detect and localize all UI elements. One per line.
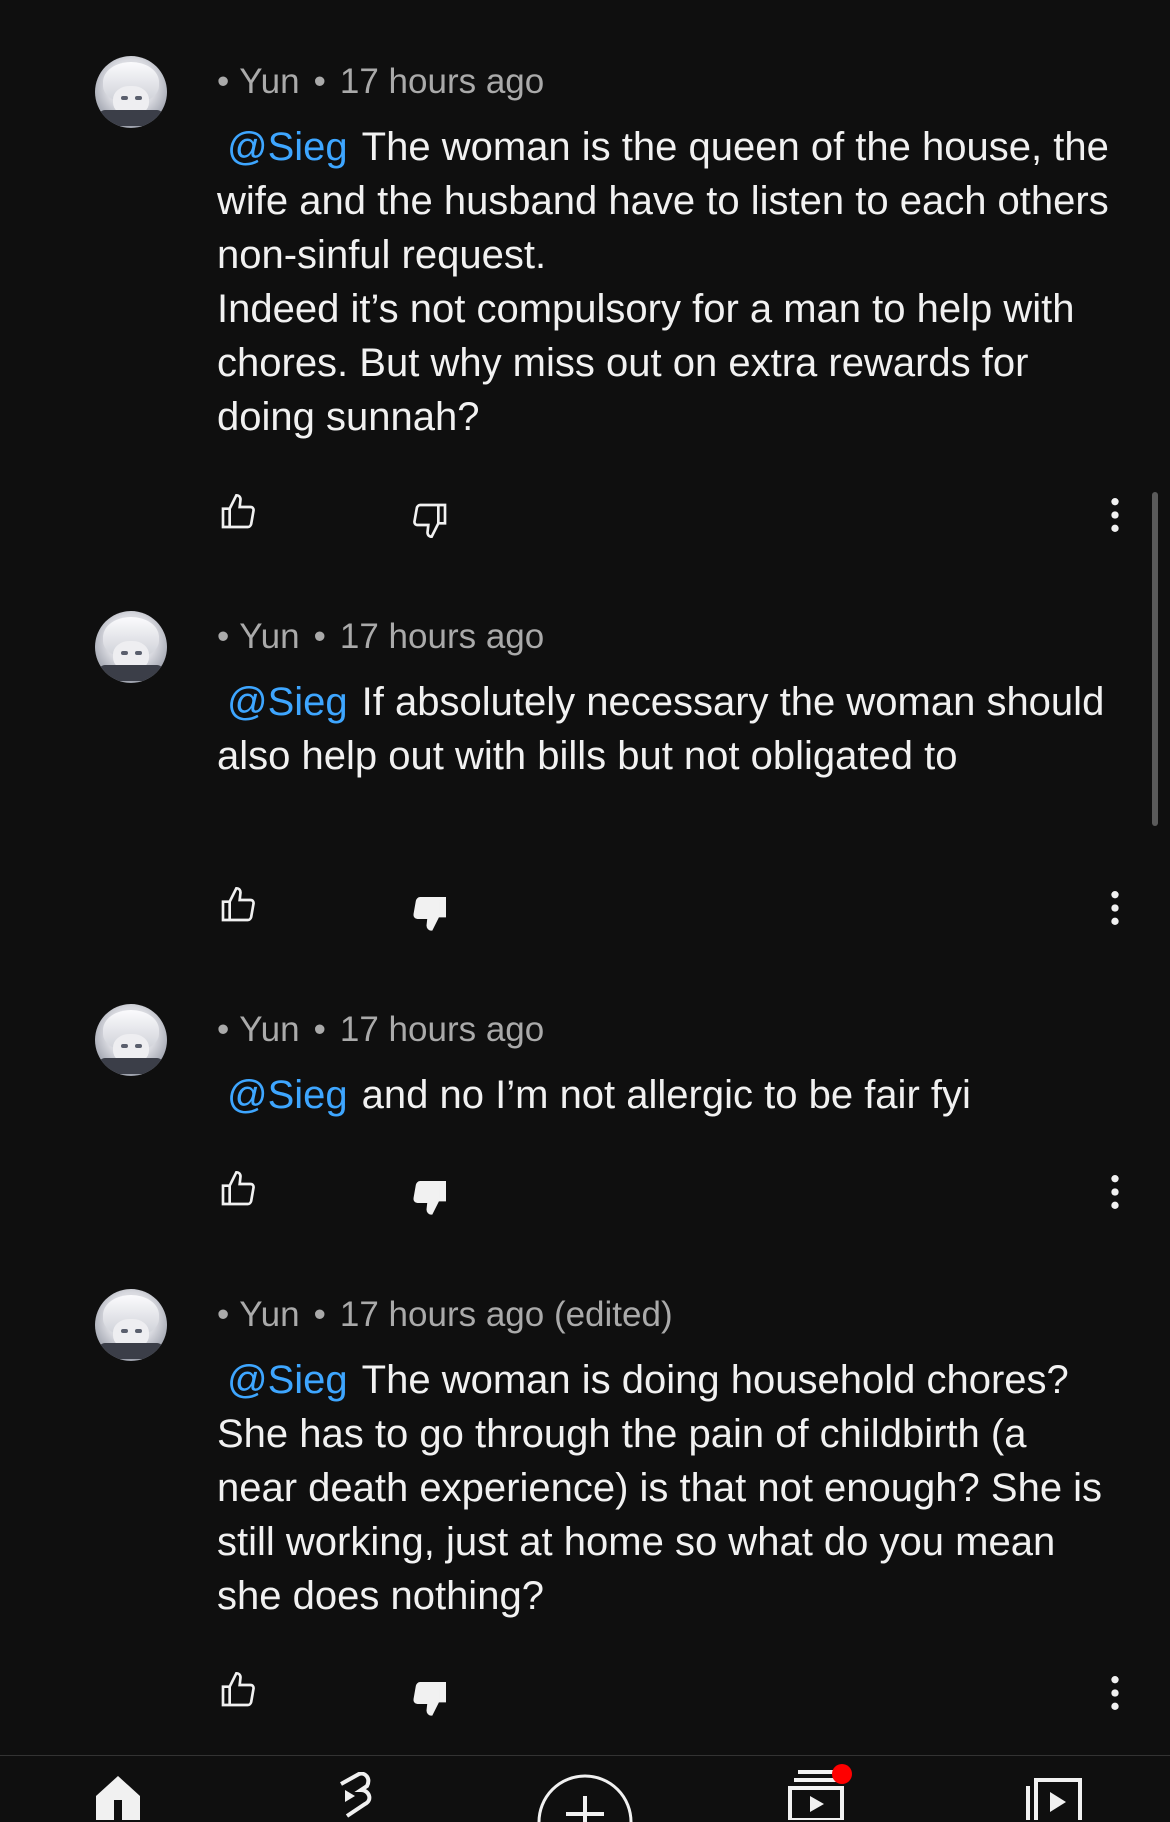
avatar[interactable] [95,611,167,683]
mention-link[interactable]: @Sieg [227,1358,348,1402]
shorts-icon[interactable] [325,1772,375,1820]
avatar[interactable] [95,56,167,128]
like-icon[interactable] [218,492,258,532]
timestamp: 17 hours ago [339,62,545,101]
comment-line: The woman is the queen of the house, the… [217,125,1109,277]
mention-link[interactable]: @Sieg [227,680,348,724]
comment-line: Indeed it’s not compulsory for a man to … [217,287,1075,439]
dislike-icon-filled[interactable] [410,1678,450,1718]
comment-line: and no I’m not allergic to be fair fyi [361,1073,971,1117]
more-options-icon[interactable] [1100,495,1130,535]
comment-text: @Sieg The woman is doing household chores… [217,1353,1117,1623]
mention-link[interactable]: @Sieg [227,1073,348,1117]
more-options-icon[interactable] [1100,1172,1130,1212]
like-icon[interactable] [218,1670,258,1710]
timestamp: 17 hours ago [339,1010,545,1049]
create-icon[interactable] [536,1774,634,1822]
avatar[interactable] [95,1289,167,1361]
author-name[interactable]: Yun [239,1295,299,1334]
comment-meta: • Yun • 17 hours ago [217,617,545,656]
more-options-icon[interactable] [1100,1673,1130,1713]
mention-link[interactable]: @Sieg [227,125,348,169]
comment-line: The woman is doing household chores? She… [217,1358,1103,1618]
comment-text: @Sieg The woman is the queen of the house… [217,120,1117,444]
dislike-icon[interactable] [410,500,450,540]
author-name[interactable]: Yun [239,62,299,101]
comment-line: If absolutely necessary the woman should… [217,680,1105,778]
like-icon[interactable] [218,1169,258,1209]
comment-text: @Sieg and no I’m not allergic to be fair … [217,1068,1117,1122]
author-name[interactable]: Yun [239,617,299,656]
timestamp: 17 hours ago [339,617,545,656]
bottom-navigation [0,1755,1170,1822]
subscriptions-icon[interactable] [786,1764,856,1820]
more-options-icon[interactable] [1100,888,1130,928]
home-icon[interactable] [90,1772,146,1820]
dislike-icon-filled[interactable] [410,893,450,933]
notification-dot [832,1764,852,1784]
comment-meta: • Yun • 17 hours ago [217,1010,545,1049]
dislike-icon-filled[interactable] [410,1177,450,1217]
author-name[interactable]: Yun [239,1010,299,1049]
avatar[interactable] [95,1004,167,1076]
library-icon[interactable] [1026,1778,1082,1820]
timestamp: 17 hours ago (edited) [339,1295,673,1334]
comment-text: @Sieg If absolutely necessary the woman s… [217,675,1117,783]
comment-meta: • Yun • 17 hours ago [217,62,545,101]
like-icon[interactable] [218,885,258,925]
comment-meta: • Yun • 17 hours ago (edited) [217,1295,673,1334]
scrollbar[interactable] [1152,492,1158,826]
